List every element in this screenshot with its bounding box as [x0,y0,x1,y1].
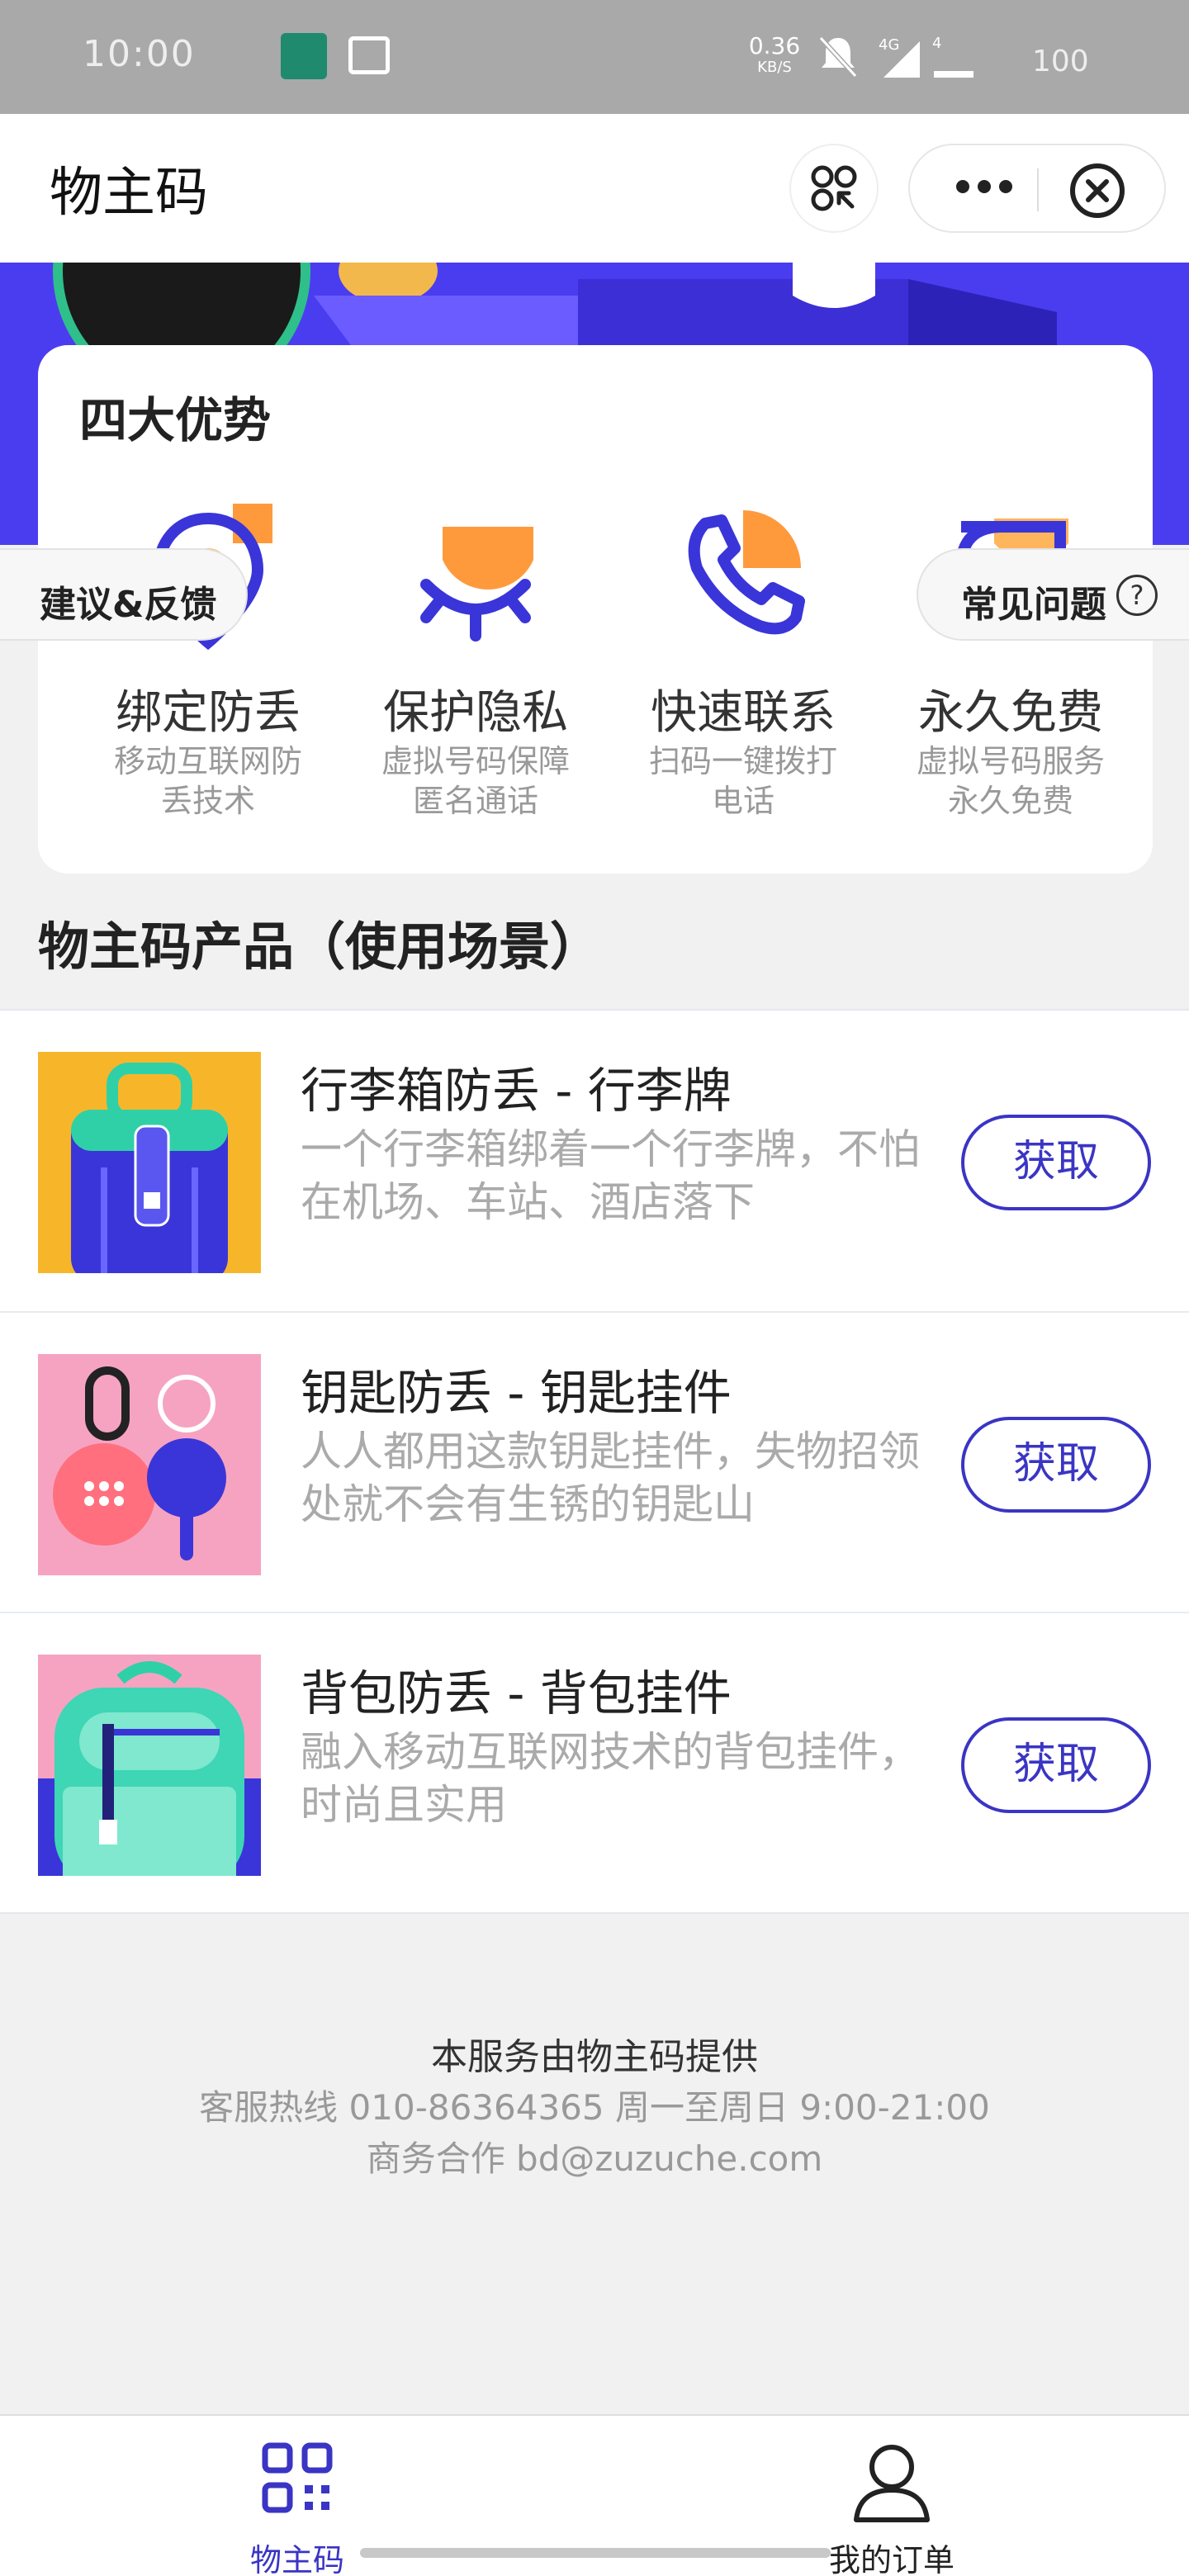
user-icon [854,2445,930,2522]
products-section-title: 物主码产品（使用场景） [38,916,602,977]
faq-button[interactable]: 常见问题 ? [917,548,1189,641]
mute-bell-icon [818,36,858,78]
advantage-contact: 快速联系 扫码一键拨打电话 [611,494,875,857]
product-title: 行李箱防丢 - 行李牌 [301,1063,732,1119]
advantage-name: 绑定防丢 [116,686,301,740]
product-key: 钥匙防丢 - 钥匙挂件 人人都用这款钥匙挂件，失物招领处就不会有生锈的钥匙山 获… [0,1311,1189,1612]
question-icon: ? [1116,575,1158,616]
backpack-charm-image [38,1655,261,1876]
home-indicator [360,2548,831,2558]
get-button[interactable]: 获取 [961,1417,1151,1513]
advantage-desc: 虚拟号码保障匿名通话 [381,743,570,819]
advantage-name: 保护隐私 [383,686,568,740]
scan-code-icon [811,165,857,211]
product-backpack: 背包防丢 - 背包挂件 融入移动互联网技术的背包挂件，时尚且实用 获取 [0,1612,1189,1912]
advantage-name: 永久免费 [918,686,1103,740]
service-info: 本服务由物主码提供 客服热线 010-86364365 周一至周日 9:00-2… [0,2033,1189,2185]
key-charm-image [38,1354,261,1575]
status-time: 10:00 [83,33,196,75]
hotline-text: 客服热线 010-86364365 周一至周日 9:00-21:00 [199,2087,990,2128]
signal-label: 4 [932,35,941,52]
page: 10:00 0.36 KB/S 4G 4 100 物主码 四大优势 绑定防丢 移… [0,0,1189,2576]
signal-icon: 4 [932,35,973,78]
get-button[interactable]: 获取 [961,1717,1151,1813]
capsule-divider [1037,168,1039,211]
image-notification-icon [348,36,390,74]
product-desc: 融入移动互联网技术的背包挂件，时尚且实用 [301,1728,920,1829]
product-desc: 人人都用这款钥匙挂件，失物招领处就不会有生锈的钥匙山 [301,1428,920,1528]
net-speed: 0.36 KB/S [741,33,808,76]
advantage-desc: 虚拟号码服务永久免费 [916,743,1105,819]
advantage-desc: 扫码一键拨打电话 [648,743,837,819]
battery-level: 100 [1032,45,1089,78]
product-title: 钥匙防丢 - 钥匙挂件 [301,1365,732,1421]
get-button[interactable]: 获取 [961,1115,1151,1210]
signal-4g-label: 4G [879,36,899,54]
android-app-icon [281,33,327,79]
status-bar: 10:00 0.36 KB/S 4G 4 100 [0,0,1189,114]
more-icon[interactable] [943,162,1026,211]
net-speed-value: 0.36 [748,32,801,59]
feedback-label: 建议&反馈 [40,584,217,626]
product-desc: 一个行李箱绑着一个行李牌，不怕在机场、车站、酒店落下 [301,1125,920,1226]
qrcode-icon [262,2442,333,2513]
close-icon[interactable] [1067,160,1128,221]
eye-privacy-icon [420,527,533,642]
luggage-tag-image [38,1052,261,1273]
mini-program-header: 物主码 [0,114,1189,263]
feedback-button[interactable]: 建议&反馈 [0,548,248,641]
signal-4g-icon: 4G [879,36,920,78]
advantages-title: 四大优势 [79,392,272,448]
page-title: 物主码 [50,163,208,224]
advantage-name: 快速联系 [651,686,836,740]
net-speed-unit: KB/S [757,59,792,76]
faq-label: 常见问题 [961,584,1106,626]
menu-capsule [908,144,1166,233]
scan-button[interactable] [789,144,879,233]
advantage-desc: 移动互联网防丢技术 [113,743,302,819]
business-text: 商务合作 bd@zuzuche.com [366,2138,823,2179]
advantage-privacy: 保护隐私 虚拟号码保障匿名通话 [343,494,608,857]
product-title: 背包防丢 - 背包挂件 [301,1665,732,1721]
product-luggage: 行李箱防丢 - 行李牌 一个行李箱绑着一个行李牌，不怕在机场、车站、酒店落下 获… [0,1011,1189,1311]
phone-icon [688,510,805,635]
provider-text: 本服务由物主码提供 [431,2036,758,2078]
product-list: 行李箱防丢 - 行李牌 一个行李箱绑着一个行李牌，不怕在机场、车站、酒店落下 获… [0,1009,1189,1914]
